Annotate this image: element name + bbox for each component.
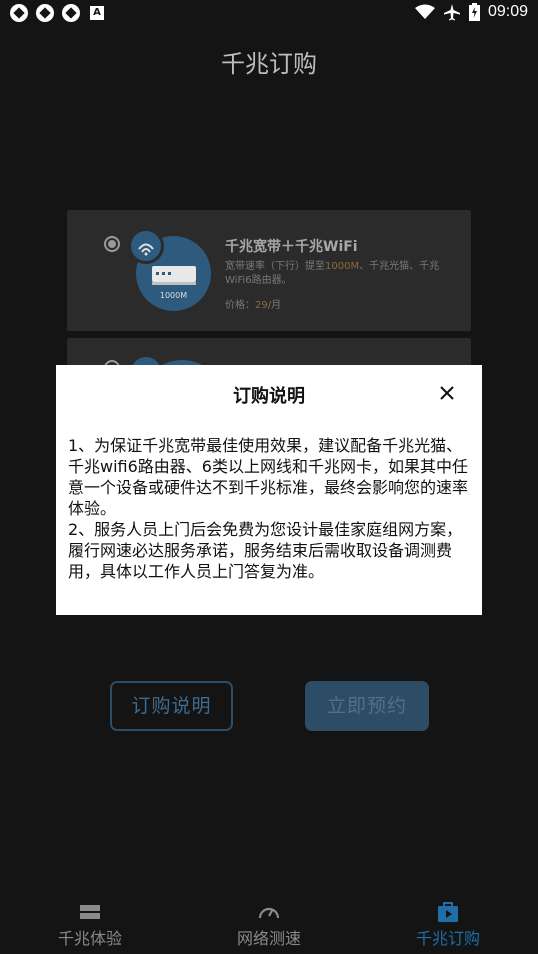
airplane-icon xyxy=(443,4,460,21)
nav-item-order[interactable]: 千兆订购 xyxy=(358,895,538,949)
price-value: 29 xyxy=(255,300,268,311)
product-radio-selected[interactable] xyxy=(104,236,120,252)
router-speed-label: 1000M xyxy=(159,291,188,300)
shopping-bag-icon xyxy=(438,902,458,922)
sync-icon xyxy=(36,4,54,22)
a-badge-icon: A xyxy=(90,6,104,20)
sync-icon xyxy=(62,4,80,22)
product-title: 千兆宽带＋千兆WiFi xyxy=(225,239,358,255)
nav-label: 网络测速 xyxy=(236,929,301,948)
order-info-dialog: 订购说明 1、为保证千兆宽带最佳使用效果，建议配备千兆光猫、千兆wifi6路由器… xyxy=(56,365,482,615)
reserve-button[interactable]: 立即预约 xyxy=(305,681,429,731)
system-icons: 09:09 xyxy=(414,3,528,21)
nav-item-speedtest[interactable]: 网络测速 xyxy=(179,895,359,949)
wifi-icon xyxy=(414,4,435,19)
page-title: 千兆订购 xyxy=(221,50,317,78)
desc-prefix: 宽带速率（下行）提至 xyxy=(225,261,325,272)
wifi-icon xyxy=(128,228,164,264)
price-label: 价格： xyxy=(225,300,255,311)
price-unit: /月 xyxy=(267,300,282,311)
desc-speed: 1000M xyxy=(325,261,360,272)
close-icon[interactable] xyxy=(437,383,457,403)
status-bar: A 09:09 xyxy=(0,0,538,28)
nav-item-experience[interactable]: 千兆体验 xyxy=(0,895,180,949)
sync-icon xyxy=(10,4,28,22)
notification-icons: A xyxy=(10,4,104,22)
battery-charging-icon xyxy=(468,3,480,21)
product-card[interactable]: 1000M 千兆宽带＋千兆WiFi 宽带速率（下行）提至1000M、千兆光猫、千… xyxy=(67,210,471,331)
order-info-button[interactable]: 订购说明 xyxy=(110,681,233,731)
dialog-title: 订购说明 xyxy=(233,386,305,407)
speedometer-icon xyxy=(258,907,280,919)
dialog-body: 1、为保证千兆宽带最佳使用效果，建议配备千兆光猫、千兆wifi6路由器、6类以上… xyxy=(68,436,469,581)
nav-label: 千兆体验 xyxy=(57,929,122,948)
product-price: 价格：29/月 xyxy=(225,296,281,311)
clock: 09:09 xyxy=(487,3,528,20)
nav-label: 千兆订购 xyxy=(415,929,480,948)
layers-icon xyxy=(80,905,100,919)
bottom-nav: 千兆体验 网络测速 千兆订购 xyxy=(0,895,538,954)
product-description: 宽带速率（下行）提至1000M、千兆光猫、千兆WiFi6路由器。 xyxy=(225,260,455,288)
